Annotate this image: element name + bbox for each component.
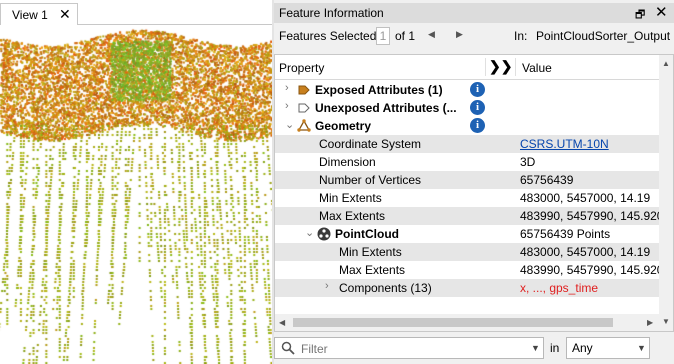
horizontal-scrollbar[interactable]: ◀ ▶ xyxy=(275,314,659,331)
table-row[interactable]: ⌄ PointCloud 65756439 Points xyxy=(275,225,659,243)
table-row[interactable]: Min Extents 483000, 5457000, 14.19 xyxy=(275,189,659,207)
view-panel: View 1 ✕ xyxy=(0,0,272,364)
feature-count-label: of 1 xyxy=(395,29,416,43)
collapse-icon[interactable]: ⌄ xyxy=(285,118,294,131)
point-cloud-viewport[interactable] xyxy=(0,25,272,364)
table-row[interactable]: Coordinate System CSRS.UTM-10N xyxy=(275,135,659,153)
search-icon xyxy=(281,341,295,358)
filter-dropdown-icon[interactable]: ▼ xyxy=(531,343,540,353)
tab-label: View 1 xyxy=(12,8,48,22)
property-name: Max Extents xyxy=(339,263,406,277)
table-row[interactable]: ⌄ Geometry i xyxy=(275,117,659,135)
scroll-right-icon[interactable]: ▶ xyxy=(647,318,653,327)
next-feature-icon[interactable]: ▶ xyxy=(456,29,463,40)
exposed-attributes-icon xyxy=(297,83,311,97)
property-value: x, ..., gps_time xyxy=(520,281,599,295)
table-row[interactable]: › Unexposed Attributes (... i xyxy=(275,99,659,117)
selection-bar: Features Selected: 1 of 1 ◀ ▶ In: PointC… xyxy=(274,25,674,47)
property-name: Dimension xyxy=(319,155,376,169)
features-selected-label: Features Selected: xyxy=(279,29,380,43)
unexposed-attributes-icon xyxy=(297,101,311,115)
panel-title: Feature Information xyxy=(279,6,384,20)
selected-index-field[interactable]: 1 xyxy=(376,27,390,45)
property-name: Number of Vertices xyxy=(319,173,422,187)
property-value: 483990, 5457990, 145.920 xyxy=(520,209,659,223)
property-name: Geometry xyxy=(315,119,372,133)
property-name: Unexposed Attributes (... xyxy=(315,101,457,115)
vertical-scrollbar[interactable]: ▲ ▼ xyxy=(659,55,673,331)
table-row[interactable]: Max Extents 483990, 5457990, 145.920 xyxy=(275,207,659,225)
property-value: 483000, 5457000, 14.19 xyxy=(520,191,651,205)
property-value: 65756439 Points xyxy=(520,227,611,241)
expand-icon[interactable]: › xyxy=(285,100,289,112)
table-row[interactable]: › Components (13) x, ..., gps_time xyxy=(275,279,659,297)
table-row[interactable]: › Exposed Attributes (1) i xyxy=(275,81,659,99)
tab-view-1[interactable]: View 1 ✕ xyxy=(0,3,78,25)
property-name: Exposed Attributes (1) xyxy=(315,83,443,97)
table-row[interactable]: Min Extents 483000, 5457000, 14.19 xyxy=(275,243,659,261)
property-name: PointCloud xyxy=(335,227,399,241)
restore-icon[interactable]: 🗗 xyxy=(635,6,645,25)
scroll-down-icon[interactable]: ▼ xyxy=(662,317,670,326)
property-name: Min Extents xyxy=(319,191,382,205)
property-column-header[interactable]: Property xyxy=(279,61,324,75)
property-name: Min Extents xyxy=(339,245,402,259)
info-icon[interactable]: i xyxy=(470,118,485,133)
property-name: Max Extents xyxy=(319,209,386,223)
scroll-left-icon[interactable]: ◀ xyxy=(279,318,285,327)
geometry-icon xyxy=(297,119,311,133)
table-header: Property ❯❯ Value xyxy=(275,55,659,80)
table-row[interactable]: Dimension 3D xyxy=(275,153,659,171)
feature-information-panel: Feature Information 🗗 ✕ Features Selecte… xyxy=(274,0,674,364)
collapse-icon[interactable]: ⌄ xyxy=(305,226,314,239)
source-name: PointCloudSorter_Output xyxy=(536,29,671,43)
filter-input[interactable] xyxy=(299,340,523,358)
column-divider[interactable] xyxy=(515,58,516,76)
filter-in-label: in xyxy=(550,341,560,355)
info-icon[interactable]: i xyxy=(470,82,485,97)
info-icon[interactable]: i xyxy=(470,100,485,115)
filter-box[interactable]: ▼ xyxy=(274,337,544,359)
property-value: 3D xyxy=(520,155,536,169)
scrollbar-thumb[interactable] xyxy=(293,318,613,327)
coordinate-system-link[interactable]: CSRS.UTM-10N xyxy=(520,137,659,151)
filter-scope-select[interactable]: Any ▼ xyxy=(566,337,650,359)
panel-titlebar: Feature Information 🗗 ✕ xyxy=(274,3,674,23)
close-icon[interactable]: ✕ xyxy=(655,3,668,21)
property-value: 483000, 5457000, 14.19 xyxy=(520,245,651,259)
expand-icon[interactable]: › xyxy=(285,82,289,94)
scroll-up-icon[interactable]: ▲ xyxy=(662,59,670,68)
value-column-header[interactable]: Value xyxy=(522,61,552,75)
close-tab-icon[interactable]: ✕ xyxy=(59,6,71,23)
source-in-label: In: xyxy=(514,29,528,43)
property-name: Components (13) xyxy=(339,281,432,295)
expand-columns-icon[interactable]: ❯❯ xyxy=(489,58,512,75)
expand-icon[interactable]: › xyxy=(325,280,329,292)
property-value: 65756439 xyxy=(520,173,574,187)
property-name: Coordinate System xyxy=(319,137,422,151)
pointcloud-icon xyxy=(317,227,331,241)
table-row[interactable]: Number of Vertices 65756439 xyxy=(275,171,659,189)
filter-scope-value: Any xyxy=(572,341,593,355)
property-value: 483990, 5457990, 145.920 xyxy=(520,263,659,277)
previous-feature-icon[interactable]: ◀ xyxy=(428,29,435,40)
feature-table: Property ❯❯ Value › Exposed Attributes (1… xyxy=(274,54,674,332)
table-row[interactable]: Max Extents 483990, 5457990, 145.920 xyxy=(275,261,659,279)
column-divider[interactable] xyxy=(485,58,486,76)
chevron-down-icon: ▼ xyxy=(637,343,646,353)
